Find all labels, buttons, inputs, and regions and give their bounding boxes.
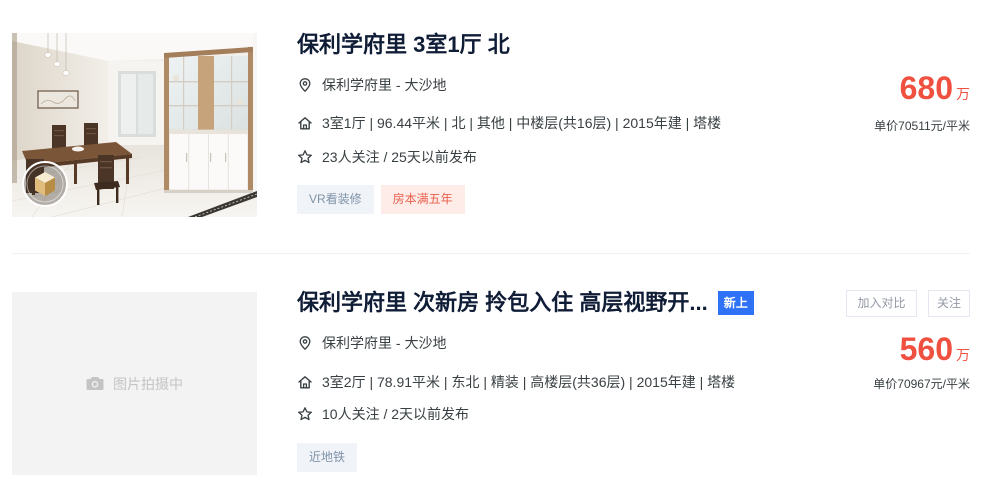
follow-info-text: 23人关注 / 25天以前发布 <box>322 149 477 165</box>
total-price-value: 680 <box>899 70 953 106</box>
tag-near-subway: 近地铁 <box>297 443 358 472</box>
listing-photo[interactable] <box>12 33 257 217</box>
follow-button[interactable]: 关注 <box>928 290 970 317</box>
star-icon <box>297 149 313 165</box>
total-price: 560 万 <box>900 331 970 367</box>
community-link[interactable]: 保利学府里 - 大沙地 <box>322 75 446 95</box>
follow-info-text: 10人关注 / 2天以前发布 <box>322 406 470 422</box>
tag-list: VR看装修 房本满五年 <box>297 185 472 214</box>
house-info-text: 3室1厅 | 96.44平米 | 北 | 其他 | 中楼层(共16层) | 20… <box>322 115 722 131</box>
listing-card: 图片拍摄中 保利学府里 次新房 拎包入住 高层视野开... 新上 加入对比 关注… <box>0 287 1000 479</box>
total-price-unit: 万 <box>956 86 970 102</box>
listing-title-row: 保利学府里 3室1厅 北 <box>297 30 510 60</box>
listing-card: 保利学府里 3室1厅 北 保利学府里 - 大沙地 3室1厅 | 96.44平米 … <box>0 30 1000 222</box>
wall-painting <box>37 90 79 109</box>
house-icon <box>297 115 313 131</box>
add-to-compare-button[interactable]: 加入对比 <box>846 290 917 317</box>
location-pin-icon <box>297 77 313 93</box>
vr-icon <box>22 161 68 207</box>
location-row: 保利学府里 - 大沙地 <box>297 74 446 96</box>
listing-photo-placeholder[interactable]: 图片拍摄中 <box>12 292 257 475</box>
house-info-row: 3室2厅 | 78.91平米 | 东北 | 精装 | 高楼层(共36层) | 2… <box>297 371 735 393</box>
display-cabinet <box>164 47 253 193</box>
total-price-value: 560 <box>899 331 953 367</box>
tag-vr-decoration: VR看装修 <box>297 185 374 214</box>
star-icon <box>297 406 313 422</box>
new-listing-badge: 新上 <box>717 291 754 315</box>
follow-info-row: 23人关注 / 25天以前发布 <box>297 146 477 168</box>
location-row: 保利学府里 - 大沙地 <box>297 332 446 354</box>
listing-title-link[interactable]: 保利学府里 3室1厅 北 <box>297 30 510 60</box>
total-price-unit: 万 <box>956 347 970 363</box>
location-pin-icon <box>297 335 313 351</box>
house-info-text: 3室2厅 | 78.91平米 | 东北 | 精装 | 高楼层(共36层) | 2… <box>322 374 736 390</box>
tag-five-year-deed: 房本满五年 <box>380 185 465 214</box>
listing-title-row: 保利学府里 次新房 拎包入住 高层视野开... 新上 <box>297 288 754 318</box>
photo-placeholder-text: 图片拍摄中 <box>113 375 183 392</box>
total-price: 680 万 <box>900 70 970 106</box>
window <box>118 71 156 137</box>
tag-list: 近地铁 <box>297 443 364 472</box>
unit-price: 单价70967元/平米 <box>873 377 970 391</box>
follow-info-row: 10人关注 / 2天以前发布 <box>297 403 469 425</box>
house-icon <box>297 374 313 390</box>
house-info-row: 3室1厅 | 96.44平米 | 北 | 其他 | 中楼层(共16层) | 20… <box>297 112 721 134</box>
community-link[interactable]: 保利学府里 - 大沙地 <box>322 333 446 353</box>
listing-photo-image <box>12 33 257 217</box>
listing-divider <box>12 253 970 254</box>
listing-title-link[interactable]: 保利学府里 次新房 拎包入住 高层视野开... <box>297 288 708 318</box>
unit-price: 单价70511元/平米 <box>874 119 970 133</box>
camera-icon <box>86 376 104 391</box>
